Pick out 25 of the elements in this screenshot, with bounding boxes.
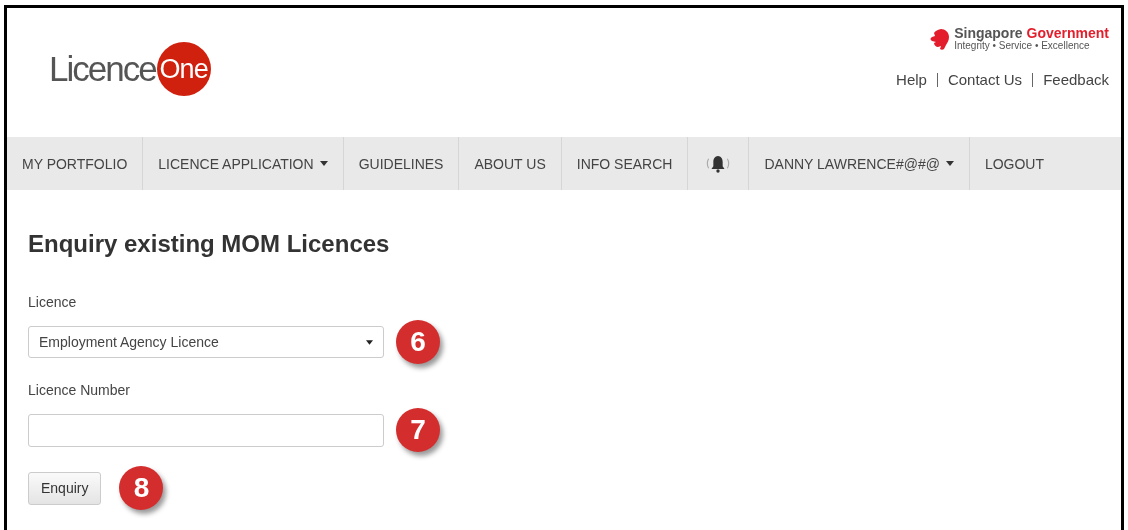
- field-label: Licence Number: [28, 382, 131, 398]
- government-name: Singapore Government: [954, 26, 1109, 40]
- nav-item[interactable]: MY PORTFOLIO: [7, 137, 144, 190]
- header-link[interactable]: Contact Us: [947, 71, 1023, 88]
- licence-one-logo: LicenceOne: [49, 42, 211, 96]
- licence-number-field[interactable]: [28, 413, 384, 447]
- nav-dropdown[interactable]: LICENCE APPLICATION: [143, 137, 344, 190]
- nav-item[interactable]: INFO SEARCH: [561, 137, 689, 190]
- caret-icon: [945, 161, 954, 166]
- enquiry-button[interactable]: Enquiry: [28, 471, 102, 505]
- nav-item[interactable]: GUIDELINES: [343, 137, 460, 190]
- step-marker: 6: [396, 320, 440, 364]
- licence-dropdown[interactable]: Employment Agency Licence: [28, 326, 384, 358]
- government-tagline: Integrity • Service • Excellence: [954, 40, 1091, 51]
- header-link[interactable]: Feedback: [1043, 71, 1109, 88]
- caret-icon: [366, 339, 373, 345]
- nav-item[interactable]: LOGOUT: [969, 137, 1060, 190]
- header-link[interactable]: Help: [896, 71, 927, 88]
- step-marker: 7: [396, 408, 440, 452]
- field-label: Licence: [28, 294, 78, 310]
- caret-icon: [319, 161, 328, 166]
- page-title: Enquiry existing MOM Licences: [28, 230, 391, 258]
- step-marker: 8: [119, 466, 164, 510]
- nav-dropdown[interactable]: DANNY LAWRENCE#@#@: [749, 137, 970, 190]
- nav-item[interactable]: ABOUT US: [459, 137, 562, 190]
